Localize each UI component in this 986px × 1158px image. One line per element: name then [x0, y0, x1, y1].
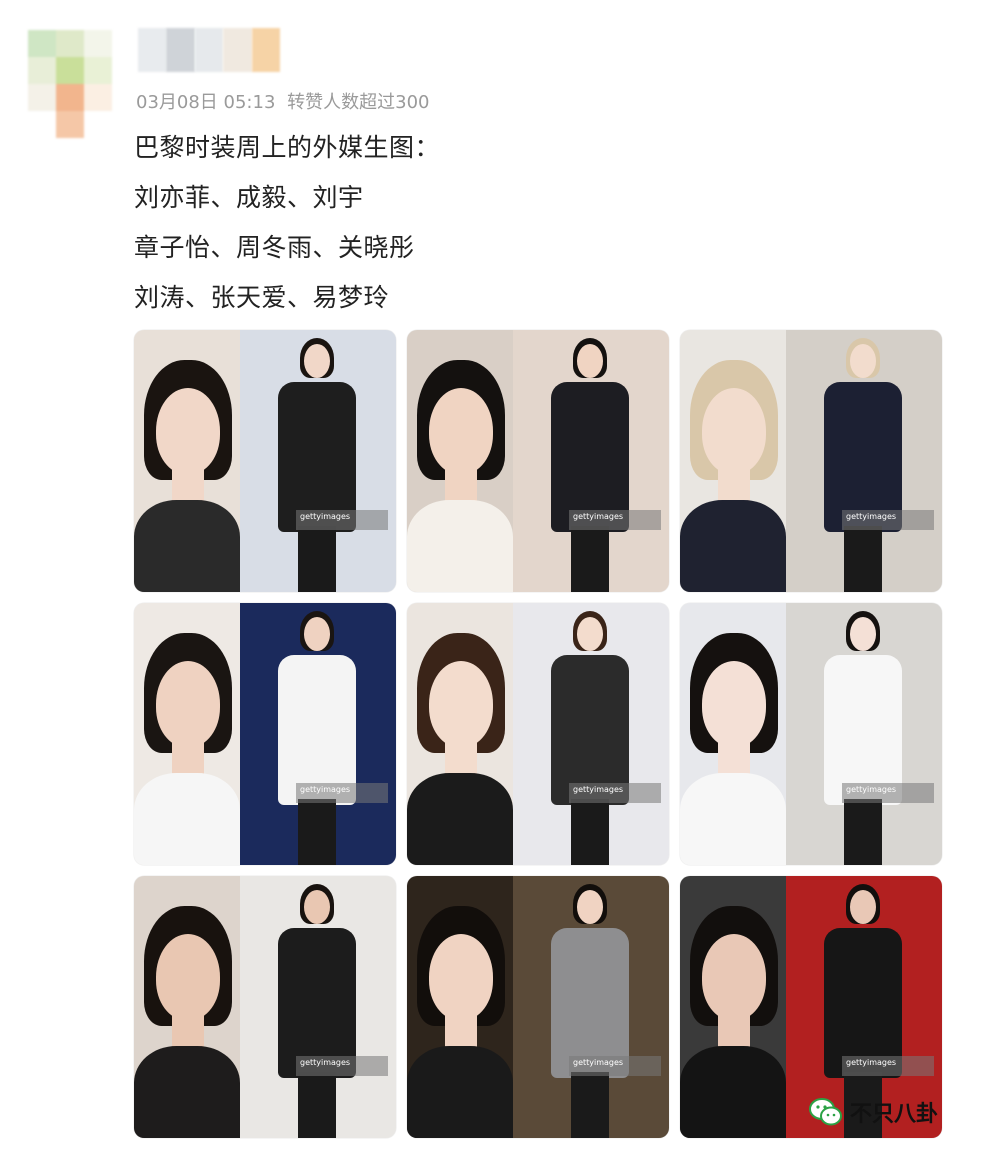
getty-watermark: gettyimages	[842, 783, 934, 803]
figure-head	[577, 344, 603, 378]
avatar-pixel	[28, 57, 56, 84]
full-body-shot: gettyimages	[513, 330, 669, 592]
portrait-clothes	[134, 500, 240, 592]
repost-note: 转赞人数超过300	[287, 92, 430, 113]
username-pixel	[194, 28, 224, 72]
portrait-clothes	[680, 500, 786, 592]
brand-watermark: 不只八卦	[808, 1094, 938, 1130]
portrait-face	[429, 934, 493, 1020]
figure-legs	[298, 1072, 336, 1138]
portrait-closeup	[134, 330, 240, 592]
avatar-pixel	[84, 57, 112, 84]
portrait-closeup	[680, 330, 786, 592]
getty-watermark: gettyimages	[842, 1056, 934, 1076]
portrait-clothes	[407, 1046, 513, 1138]
portrait-closeup	[680, 876, 786, 1138]
post-text-line: 巴黎时装周上的外媒生图：	[134, 133, 441, 162]
figure-head	[304, 890, 330, 924]
portrait-clothes	[407, 773, 513, 865]
portrait-closeup	[134, 876, 240, 1138]
avatar-pixel	[84, 84, 112, 111]
portrait-closeup	[407, 876, 513, 1138]
username-pixel	[223, 28, 252, 72]
photo-thumbnail[interactable]: gettyimages	[134, 876, 396, 1138]
avatar[interactable]	[28, 30, 112, 138]
photo-thumbnail[interactable]: gettyimages	[134, 603, 396, 865]
avatar-pixel	[28, 111, 56, 138]
portrait-clothes	[680, 1046, 786, 1138]
getty-watermark: gettyimages	[842, 510, 934, 530]
full-body-shot: gettyimages	[513, 876, 669, 1138]
avatar-pixel	[28, 84, 56, 111]
portrait-face	[702, 934, 766, 1020]
avatar-pixel	[56, 30, 84, 57]
figure-head	[304, 344, 330, 378]
figure-head	[850, 617, 876, 651]
figure-legs	[298, 526, 336, 592]
full-body-shot: gettyimages	[513, 603, 669, 865]
getty-watermark: gettyimages	[296, 510, 388, 530]
portrait-face	[429, 388, 493, 474]
avatar-pixel	[56, 111, 84, 138]
photo-thumbnail[interactable]: gettyimages	[134, 330, 396, 592]
figure-legs	[844, 799, 882, 865]
portrait-face	[156, 388, 220, 474]
avatar-pixel	[56, 57, 84, 84]
photo-thumbnail[interactable]: gettyimages	[680, 603, 942, 865]
post-text-line: 刘涛、张天爱、易梦玲	[134, 283, 390, 312]
post-timestamp: 03月08日 05:13	[136, 92, 276, 113]
portrait-closeup	[134, 603, 240, 865]
portrait-face	[156, 661, 220, 747]
full-body-shot: gettyimages	[786, 330, 942, 592]
full-body-shot: gettyimages	[240, 603, 396, 865]
portrait-closeup	[407, 330, 513, 592]
getty-watermark: gettyimages	[569, 1056, 661, 1076]
portrait-face	[702, 661, 766, 747]
getty-watermark: gettyimages	[569, 510, 661, 530]
post-meta: 03月08日 05:13 转赞人数超过300	[136, 88, 430, 114]
portrait-closeup	[680, 603, 786, 865]
username-blurred[interactable]	[138, 28, 281, 72]
avatar-pixel	[56, 84, 84, 111]
post-text-line: 刘亦菲、成毅、刘宇	[134, 183, 364, 212]
photo-thumbnail[interactable]: gettyimages	[407, 876, 669, 1138]
figure-legs	[571, 526, 609, 592]
figure-head	[577, 617, 603, 651]
post-text-line: 章子怡、周冬雨、关晓彤	[134, 233, 415, 262]
figure-legs	[844, 526, 882, 592]
portrait-clothes	[680, 773, 786, 865]
portrait-face	[429, 661, 493, 747]
full-body-shot: gettyimages	[240, 876, 396, 1138]
full-body-shot: gettyimages	[240, 330, 396, 592]
brand-name: 不只八卦	[850, 1102, 939, 1127]
portrait-face	[156, 934, 220, 1020]
figure-head	[577, 890, 603, 924]
full-body-shot: gettyimages	[786, 603, 942, 865]
figure-legs	[571, 799, 609, 865]
portrait-clothes	[407, 500, 513, 592]
figure-head	[850, 890, 876, 924]
portrait-closeup	[407, 603, 513, 865]
portrait-clothes	[134, 773, 240, 865]
getty-watermark: gettyimages	[296, 783, 388, 803]
username-pixel	[138, 28, 167, 72]
username-pixel	[251, 28, 281, 72]
getty-watermark: gettyimages	[569, 783, 661, 803]
portrait-clothes	[134, 1046, 240, 1138]
photo-grid: gettyimages gettyimages gettyimages gettyim…	[134, 330, 942, 1138]
photo-thumbnail[interactable]: gettyimages	[407, 330, 669, 592]
username-pixel	[166, 28, 195, 72]
avatar-pixel	[84, 111, 112, 138]
photo-thumbnail[interactable]: gettyimages	[407, 603, 669, 865]
wechat-icon	[808, 1094, 844, 1130]
avatar-pixel	[84, 30, 112, 57]
figure-head	[850, 344, 876, 378]
figure-legs	[298, 799, 336, 865]
portrait-face	[702, 388, 766, 474]
figure-head	[304, 617, 330, 651]
getty-watermark: gettyimages	[296, 1056, 388, 1076]
avatar-pixel	[28, 30, 56, 57]
figure-legs	[571, 1072, 609, 1138]
photo-thumbnail[interactable]: gettyimages	[680, 330, 942, 592]
